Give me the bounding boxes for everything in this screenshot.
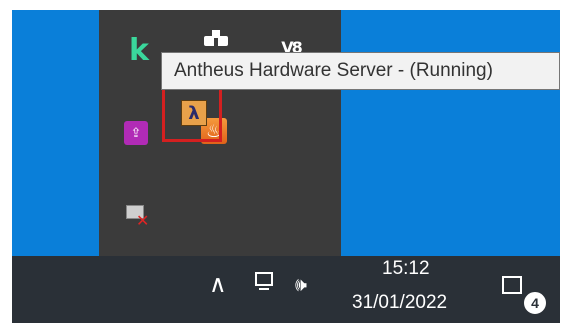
antheus-icon-glyph: λ [188, 102, 200, 124]
page-border-left [0, 0, 12, 323]
network-icon[interactable] [255, 272, 273, 290]
upload-icon[interactable]: ⇪ [119, 116, 153, 150]
tooltip: Antheus Hardware Server - (Running) [161, 52, 560, 90]
clock-date[interactable]: 31/01/2022 [352, 292, 447, 314]
notification-count-badge: 4 [522, 290, 548, 316]
antheus-hardware-server-icon[interactable]: λ [177, 96, 211, 130]
network-disconnected-icon[interactable]: ✕ [119, 197, 153, 231]
show-hidden-icons-chevron[interactable]: ∧ [209, 270, 227, 298]
clock-time[interactable]: 15:12 [382, 258, 442, 280]
action-center-icon[interactable]: 4 [502, 276, 548, 316]
kahoot-icon[interactable]: k [122, 32, 156, 68]
kahoot-icon-glyph: k [129, 32, 149, 68]
taskbar: ∧ 🕪 15:12 31/01/2022 4 [12, 256, 560, 323]
upload-icon-glyph: ⇪ [130, 125, 142, 140]
volume-icon[interactable]: 🕪 [295, 274, 307, 296]
page-border-top [0, 0, 566, 10]
page-border-right [560, 0, 566, 323]
